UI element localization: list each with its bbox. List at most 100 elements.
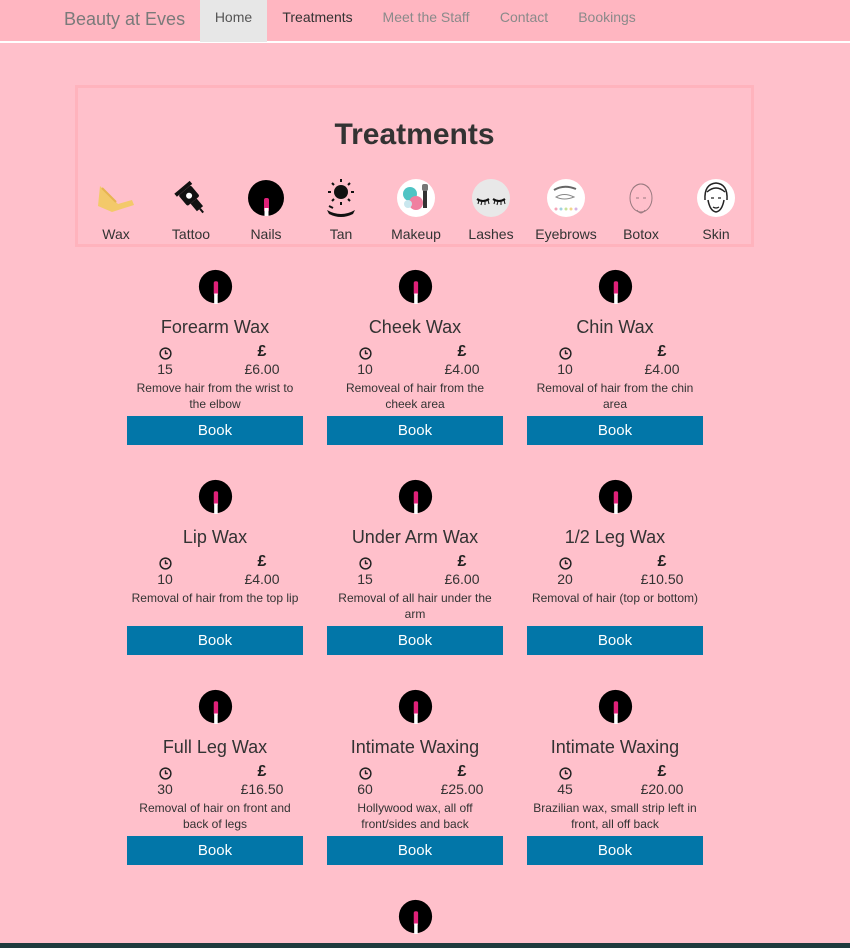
wax-strip-icon [98, 186, 134, 212]
category-label: Makeup [391, 226, 441, 242]
clock-icon [558, 347, 572, 360]
treatment-description: Removal of all hair under the arm [338, 591, 492, 621]
category-lashes[interactable]: Lashes [453, 178, 529, 242]
nail-icon [248, 180, 284, 216]
category-skin[interactable]: Skin [678, 178, 754, 242]
pound-icon: £ [457, 343, 467, 360]
category-tattoo[interactable]: Tattoo [153, 178, 229, 242]
book-button[interactable]: Book [327, 416, 503, 445]
category-label: Botox [623, 226, 659, 242]
duration-value: 10 [357, 361, 373, 377]
pound-icon: £ [457, 553, 467, 570]
treatment-card: Chin Wax 10 £ £4.00 Removal of hair from … [527, 269, 703, 445]
price-value: £6.00 [444, 571, 480, 587]
book-button[interactable]: Book [327, 836, 503, 865]
footer-bar [0, 943, 850, 948]
category-label: Wax [102, 226, 130, 242]
duration-value: 60 [357, 781, 373, 797]
sun-tan-icon [327, 179, 355, 217]
treatment-title: Full Leg Wax [162, 737, 268, 757]
treatments-panel: Treatments Wax Tattoo Nails Tan Makeup L… [75, 85, 754, 247]
category-wax[interactable]: Wax [78, 178, 154, 242]
category-tan[interactable]: Tan [303, 178, 379, 242]
price-value: £16.50 [240, 781, 284, 797]
brand-link[interactable]: Beauty at Eves [64, 9, 185, 30]
book-button[interactable]: Book [327, 626, 503, 655]
treatment-title: Forearm Wax [160, 317, 270, 337]
treatment-description: Brazilian wax, small strip left in front… [533, 801, 697, 831]
treatment-description: Removal of hair (top or bottom) [531, 591, 699, 605]
nav-contact[interactable]: Contact [488, 0, 560, 42]
category-label: Tattoo [171, 226, 211, 242]
face-portrait-icon [697, 179, 735, 217]
treatment-title: Intimate Waxing [350, 737, 480, 757]
pound-icon: £ [657, 763, 667, 780]
treatment-card: Lip Wax 10 £ £4.00 Removal of hair from t… [127, 479, 303, 655]
clock-icon [358, 557, 372, 570]
nav-treatments[interactable]: Treatments [270, 0, 365, 42]
nav-home[interactable]: Home [200, 0, 267, 42]
treatment-title: Chin Wax [576, 317, 654, 337]
nail-icon [398, 899, 432, 934]
book-button[interactable]: Book [127, 416, 303, 445]
nail-icon [598, 269, 632, 304]
treatment-title: Under Arm Wax [351, 527, 479, 547]
treatment-card: Intimate Waxing 45 £ £20.00 Brazilian wax… [527, 689, 703, 865]
duration-value: 10 [557, 361, 573, 377]
category-label: Tan [329, 226, 353, 242]
clock-icon [158, 767, 172, 780]
treatment-description: Hollywood wax, all off front/sides and b… [357, 801, 473, 831]
page-title: Treatments [334, 118, 495, 151]
nail-icon [198, 269, 232, 304]
treatment-card-partial [327, 899, 503, 934]
price-value: £4.00 [444, 361, 480, 377]
navbar: Beauty at Eves Home Treatments Meet the … [0, 0, 850, 43]
treatment-card: Full Leg Wax 30 £ £16.50 Removal of hair … [127, 689, 303, 865]
tattoo-machine-icon [174, 180, 204, 214]
category-label: Lashes [468, 226, 514, 242]
category-eyebrows[interactable]: Eyebrows [528, 178, 604, 242]
price-value: £4.00 [244, 571, 280, 587]
price-value: £6.00 [244, 361, 280, 377]
price-value: £25.00 [440, 781, 484, 797]
pound-icon: £ [257, 553, 267, 570]
clock-icon [358, 767, 372, 780]
duration-value: 45 [557, 781, 573, 797]
eyebrow-icon [547, 179, 585, 217]
pound-icon: £ [257, 763, 267, 780]
pound-icon: £ [657, 553, 667, 570]
category-label: Skin [702, 226, 730, 242]
category-label: Nails [250, 226, 282, 242]
nav-meet-the-staff[interactable]: Meet the Staff [372, 0, 480, 42]
book-button[interactable]: Book [527, 626, 703, 655]
treatment-description: Removal of hair from the chin area [536, 381, 694, 411]
category-makeup[interactable]: Makeup [378, 178, 454, 242]
treatment-description: Remove hair from the wrist to the elbow [136, 381, 294, 411]
face-outline-icon [629, 183, 653, 214]
category-label: Eyebrows [535, 226, 597, 242]
treatment-description: Removeal of hair from the cheek area [345, 381, 485, 411]
nail-icon [398, 479, 432, 514]
nail-icon [198, 689, 232, 724]
book-button[interactable]: Book [527, 416, 703, 445]
book-button[interactable]: Book [527, 836, 703, 865]
treatment-card: Cheek Wax 10 £ £4.00 Removeal of hair fro… [327, 269, 503, 445]
treatment-title: 1/2 Leg Wax [564, 527, 666, 547]
price-value: £4.00 [644, 361, 680, 377]
treatment-card: 1/2 Leg Wax 20 £ £10.50 Removal of hair (… [527, 479, 703, 655]
book-button[interactable]: Book [127, 836, 303, 865]
treatment-title: Intimate Waxing [550, 737, 680, 757]
clock-icon [558, 767, 572, 780]
category-nails[interactable]: Nails [228, 178, 304, 242]
book-button[interactable]: Book [127, 626, 303, 655]
duration-value: 15 [357, 571, 373, 587]
nail-icon [398, 689, 432, 724]
treatment-title: Lip Wax [182, 527, 248, 547]
pound-icon: £ [657, 343, 667, 360]
category-botox[interactable]: Botox [603, 178, 679, 242]
eyelash-icon [472, 179, 510, 217]
price-value: £20.00 [640, 781, 684, 797]
duration-value: 30 [157, 781, 173, 797]
treatment-description: Removal of hair from the top lip [131, 591, 299, 605]
nav-bookings[interactable]: Bookings [568, 0, 646, 42]
